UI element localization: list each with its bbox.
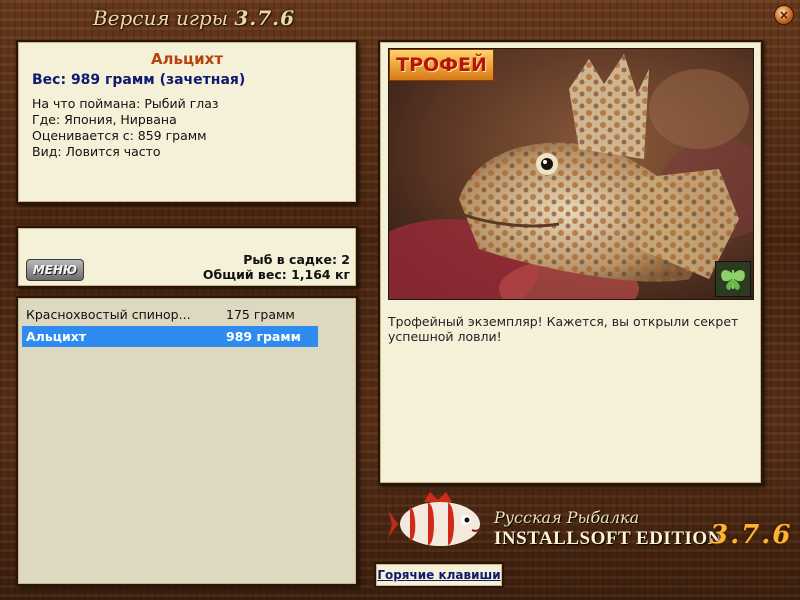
trophy-message: Трофейный экземпляр! Кажется, вы открыли… xyxy=(388,314,739,344)
fish-location: Где: Япония, Нирвана xyxy=(32,112,177,127)
window-version: 3.7.6 xyxy=(234,6,296,30)
hotkeys-button[interactable]: Горячие клавиши xyxy=(374,562,504,588)
butterfly-icon xyxy=(715,261,751,297)
fish-details: На что поймана: Рыбий глаз Где: Япония, … xyxy=(32,96,219,160)
close-button[interactable]: × xyxy=(774,5,794,25)
menu-button[interactable]: МЕНЮ xyxy=(26,259,84,281)
fish-photo-image xyxy=(389,49,753,299)
total-weight: Общий вес: 1,164 кг xyxy=(202,267,350,282)
fish-name: Альцихт xyxy=(150,50,224,68)
fish-weight: Вес: 989 грамм (зачетная) xyxy=(32,72,246,88)
catch-summary-panel: МЕНЮ Рыб в садке: 2 Общий вес: 1,164 кг xyxy=(16,226,358,288)
brand-logo: Русская Рыбалка INSTALLSOFT EDITION 3.7.… xyxy=(388,488,800,560)
list-item-weight: 175 грамм xyxy=(226,307,295,322)
window-title-text: Версия игры xyxy=(92,6,229,30)
list-item-weight: 989 грамм xyxy=(226,329,301,344)
list-item-name: Краснохвостый спинор... xyxy=(26,307,191,322)
fish-count: Рыб в садке: 2 xyxy=(243,252,350,267)
fish-bait: На что поймана: Рыбий глаз xyxy=(32,96,219,111)
trophy-panel: ТРОФЕЙ Трофейный экземпляр! Кажется, вы … xyxy=(378,40,763,485)
window-title: Версия игры 3.7.6 xyxy=(0,6,388,30)
list-item[interactable]: Краснохвостый спинор... 175 грамм xyxy=(22,304,318,325)
list-item-name: Альцихт xyxy=(26,329,87,344)
fish-logo-icon xyxy=(388,492,481,546)
fish-photo: ТРОФЕЙ xyxy=(388,48,754,300)
catch-list[interactable]: Краснохвостый спинор... 175 грамм Альцих… xyxy=(16,296,358,586)
brand-version: 3.7.6 xyxy=(710,520,793,550)
close-icon: × xyxy=(778,8,790,22)
fish-rating-threshold: Оценивается с: 859 грамм xyxy=(32,128,207,143)
brand-title: Русская Рыбалка xyxy=(494,508,640,527)
trophy-badge: ТРОФЕЙ xyxy=(389,49,494,81)
catch-summary: Рыб в садке: 2 Общий вес: 1,164 кг xyxy=(203,252,350,282)
brand-edition: INSTALLSOFT EDITION xyxy=(494,528,722,549)
list-item-selected[interactable]: Альцихт 989 грамм xyxy=(22,326,318,347)
fish-info-panel: Альцихт Вес: 989 грамм (зачетная) На что… xyxy=(16,40,358,204)
fish-rarity: Вид: Ловится часто xyxy=(32,144,161,159)
